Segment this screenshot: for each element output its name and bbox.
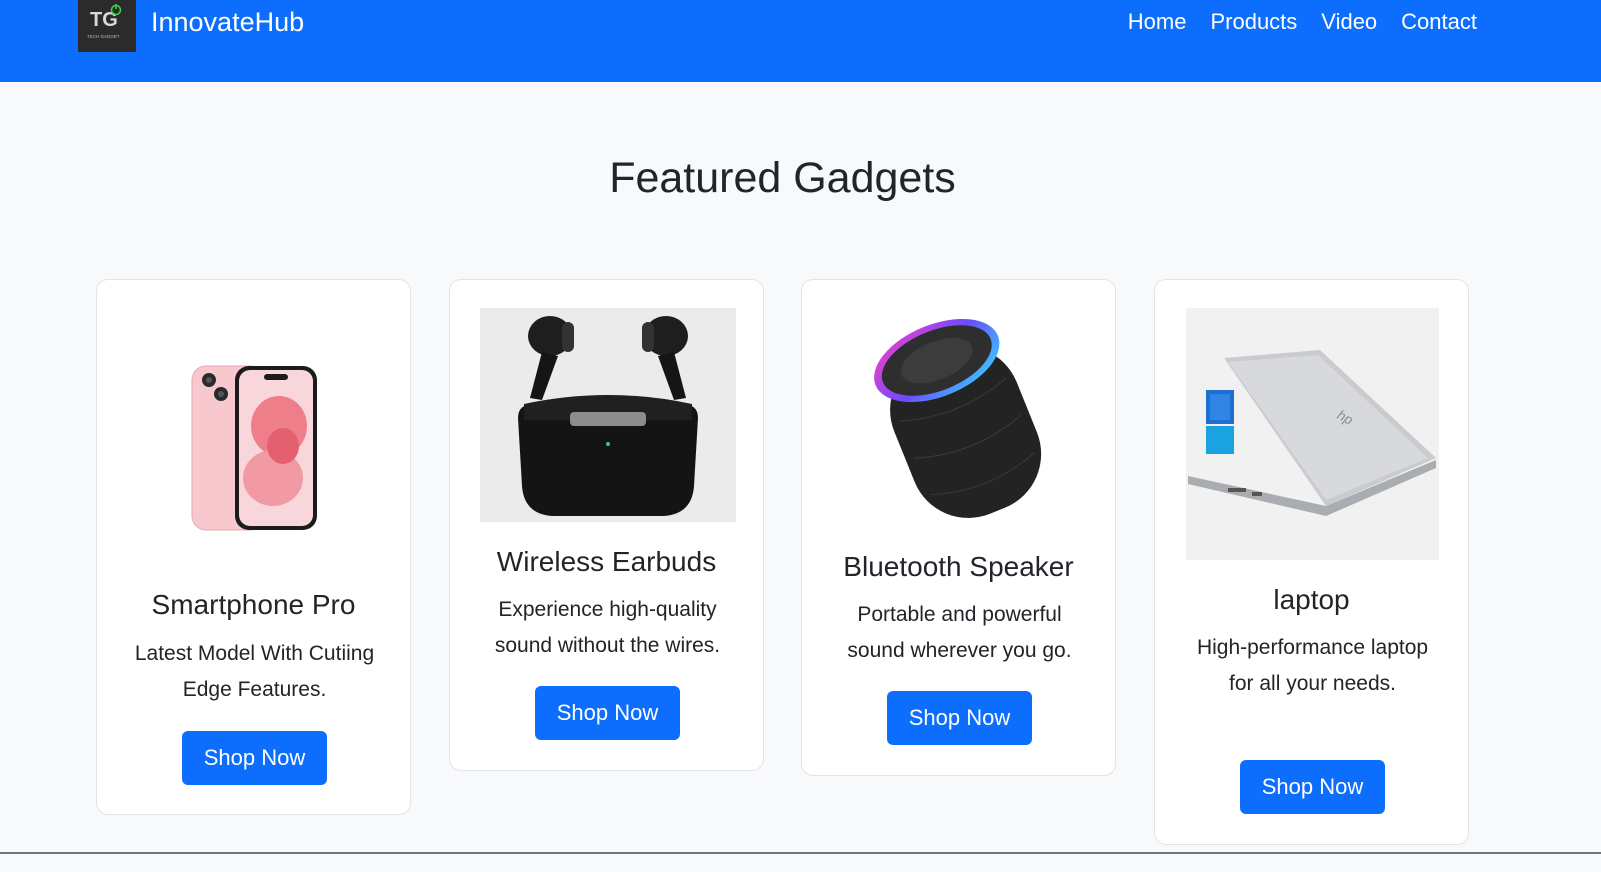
speaker-image (832, 308, 1088, 528)
card-title: laptop (1273, 584, 1350, 615)
brand-name[interactable]: InnovateHub (151, 5, 304, 39)
card-description: Portable and powerful sound wherever you… (847, 603, 1072, 662)
brand-logo[interactable]: TG TECH GADGET (78, 0, 136, 52)
earbuds-image (480, 308, 736, 522)
card-description: Latest Model With Cutiing Edge Features. (134, 642, 375, 701)
shop-now-button[interactable]: Shop Now (182, 731, 327, 785)
nav-link-products[interactable]: Products (1210, 8, 1297, 36)
product-card-earbuds: Wireless Earbuds Experience high-quality… (449, 279, 764, 771)
smartphone-image (127, 308, 383, 564)
laptop-image: hp (1186, 308, 1439, 560)
product-card-smartphone: Smartphone Pro Latest Model With Cutiing… (96, 279, 411, 815)
product-card-laptop: hp laptop High-performance laptop for al… (1154, 279, 1469, 845)
nav-link-home[interactable]: Home (1128, 8, 1187, 36)
navbar: TG TECH GADGET InnovateHub Home Products… (0, 0, 1601, 82)
logo-letters: TG (90, 9, 118, 31)
logo-subtext: TECH GADGET (87, 34, 120, 39)
section-title: Featured Gadgets (609, 154, 956, 202)
shop-now-button[interactable]: Shop Now (887, 691, 1032, 745)
card-title: Smartphone Pro (151, 589, 356, 620)
card-description: High-performance laptop for all your nee… (1196, 636, 1429, 695)
card-description: Experience high-quality sound without th… (494, 598, 721, 657)
shop-now-button[interactable]: Shop Now (1240, 760, 1385, 814)
nav-links: Home Products Video Contact (1128, 8, 1477, 36)
bottom-divider (0, 852, 1601, 854)
nav-link-contact[interactable]: Contact (1401, 8, 1477, 36)
shop-now-button[interactable]: Shop Now (535, 686, 680, 740)
product-card-speaker: Bluetooth Speaker Portable and powerful … (801, 279, 1116, 776)
card-title: Wireless Earbuds (496, 546, 717, 577)
nav-link-video[interactable]: Video (1321, 8, 1377, 36)
card-title: Bluetooth Speaker (843, 551, 1074, 582)
